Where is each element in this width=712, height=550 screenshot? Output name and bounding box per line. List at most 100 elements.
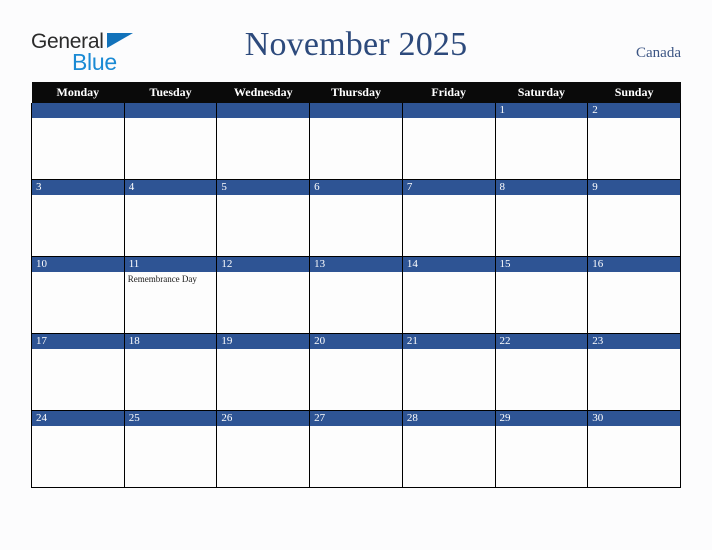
day-number: 9 xyxy=(588,180,680,195)
day-number: 10 xyxy=(32,257,124,272)
day-events xyxy=(403,349,495,410)
day-number: 23 xyxy=(588,334,680,349)
day-number: 22 xyxy=(495,334,588,349)
day-number: 11 xyxy=(124,257,217,272)
day-events xyxy=(310,272,402,333)
calendar-day-cell[interactable]: 28 xyxy=(401,410,496,488)
calendar-day-cell[interactable]: 29 xyxy=(494,410,589,488)
day-events xyxy=(125,195,217,256)
day-events xyxy=(588,195,680,256)
day-number: 14 xyxy=(402,257,495,272)
calendar-day-cell[interactable] xyxy=(123,103,218,180)
day-number: 2 xyxy=(588,103,680,118)
day-events xyxy=(32,195,124,256)
day-number: 21 xyxy=(402,334,495,349)
calendar-day-cell[interactable]: 20 xyxy=(309,333,403,411)
calendar-day-cell[interactable]: 23 xyxy=(587,333,681,411)
day-number: 28 xyxy=(402,411,495,426)
calendar-week-row: 12 xyxy=(31,103,681,180)
day-events xyxy=(496,426,588,487)
day-events xyxy=(125,118,217,179)
day-number: 3 xyxy=(32,180,124,195)
calendar-day-cell[interactable]: 2 xyxy=(587,103,681,180)
day-events xyxy=(403,426,495,487)
day-number: 29 xyxy=(495,411,588,426)
calendar-day-cell[interactable]: 11 Remembrance Day xyxy=(123,256,218,334)
day-number: 20 xyxy=(310,334,402,349)
day-number: 7 xyxy=(402,180,495,195)
weekday-header-row: Monday Tuesday Wednesday Thursday Friday… xyxy=(31,82,681,103)
calendar-day-cell[interactable]: 14 xyxy=(401,256,496,334)
day-number: 8 xyxy=(495,180,588,195)
day-number: 18 xyxy=(124,334,217,349)
calendar-day-cell[interactable] xyxy=(309,103,403,180)
calendar-grid: Monday Tuesday Wednesday Thursday Friday… xyxy=(31,82,681,488)
day-events xyxy=(32,118,124,179)
calendar-day-cell[interactable]: 17 xyxy=(31,333,125,411)
day-events xyxy=(496,118,588,179)
day-events xyxy=(217,272,309,333)
day-number: 6 xyxy=(310,180,402,195)
weekday-header-thursday: Thursday xyxy=(309,82,403,103)
day-number: 12 xyxy=(217,257,310,272)
day-events xyxy=(310,349,402,410)
day-number: 30 xyxy=(588,411,680,426)
calendar-day-cell[interactable]: 5 xyxy=(216,179,311,257)
calendar-day-cell[interactable]: 24 xyxy=(31,410,125,488)
calendar-day-cell[interactable]: 16 xyxy=(587,256,681,334)
day-events xyxy=(588,272,680,333)
day-events xyxy=(588,426,680,487)
calendar-week-row: 3456789 xyxy=(31,179,681,257)
calendar-day-cell[interactable] xyxy=(216,103,311,180)
calendar-day-cell[interactable] xyxy=(401,103,496,180)
day-events xyxy=(217,426,309,487)
day-events xyxy=(32,272,124,333)
day-events xyxy=(32,426,124,487)
calendar-day-cell[interactable]: 26 xyxy=(216,410,311,488)
calendar-day-cell[interactable]: 15 xyxy=(494,256,589,334)
calendar-day-cell[interactable]: 1 xyxy=(494,103,589,180)
calendar-day-cell[interactable] xyxy=(31,103,125,180)
calendar-day-cell[interactable]: 6 xyxy=(309,179,403,257)
day-events xyxy=(496,272,588,333)
calendar-day-cell[interactable]: 22 xyxy=(494,333,589,411)
calendar-day-cell[interactable]: 18 xyxy=(123,333,218,411)
calendar-day-cell[interactable]: 3 xyxy=(31,179,125,257)
country-label: Canada xyxy=(636,45,681,61)
day-events xyxy=(217,349,309,410)
calendar-day-cell[interactable]: 30 xyxy=(587,410,681,488)
calendar-week-row: 10 11 Remembrance Day 12 13 14 15 16 xyxy=(31,256,681,334)
day-events xyxy=(310,118,402,179)
calendar-day-cell[interactable]: 19 xyxy=(216,333,311,411)
day-number: 13 xyxy=(310,257,402,272)
day-events xyxy=(496,195,588,256)
day-events xyxy=(125,349,217,410)
weekday-header-tuesday: Tuesday xyxy=(124,82,217,103)
calendar-day-cell[interactable]: 4 xyxy=(123,179,218,257)
calendar-day-cell[interactable]: 9 xyxy=(587,179,681,257)
day-events xyxy=(217,118,309,179)
day-number: 25 xyxy=(124,411,217,426)
calendar-day-cell[interactable]: 12 xyxy=(216,256,311,334)
calendar-day-cell[interactable]: 8 xyxy=(494,179,589,257)
calendar-day-cell[interactable]: 25 xyxy=(123,410,218,488)
calendar-day-cell[interactable]: 7 xyxy=(401,179,496,257)
day-number xyxy=(310,103,402,118)
day-number: 17 xyxy=(32,334,124,349)
day-number xyxy=(32,103,124,118)
day-number: 19 xyxy=(217,334,310,349)
weekday-header-wednesday: Wednesday xyxy=(216,82,310,103)
day-events xyxy=(310,426,402,487)
weekday-header-monday: Monday xyxy=(31,82,125,103)
day-events xyxy=(125,426,217,487)
day-events xyxy=(32,349,124,410)
day-number: 1 xyxy=(495,103,588,118)
calendar-day-cell[interactable]: 27 xyxy=(309,410,403,488)
calendar-day-cell[interactable]: 13 xyxy=(309,256,403,334)
day-number: 27 xyxy=(310,411,402,426)
calendar-day-cell[interactable]: 21 xyxy=(401,333,496,411)
day-events xyxy=(310,195,402,256)
calendar-day-cell[interactable]: 10 xyxy=(31,256,125,334)
day-events xyxy=(496,349,588,410)
day-number: 15 xyxy=(495,257,588,272)
